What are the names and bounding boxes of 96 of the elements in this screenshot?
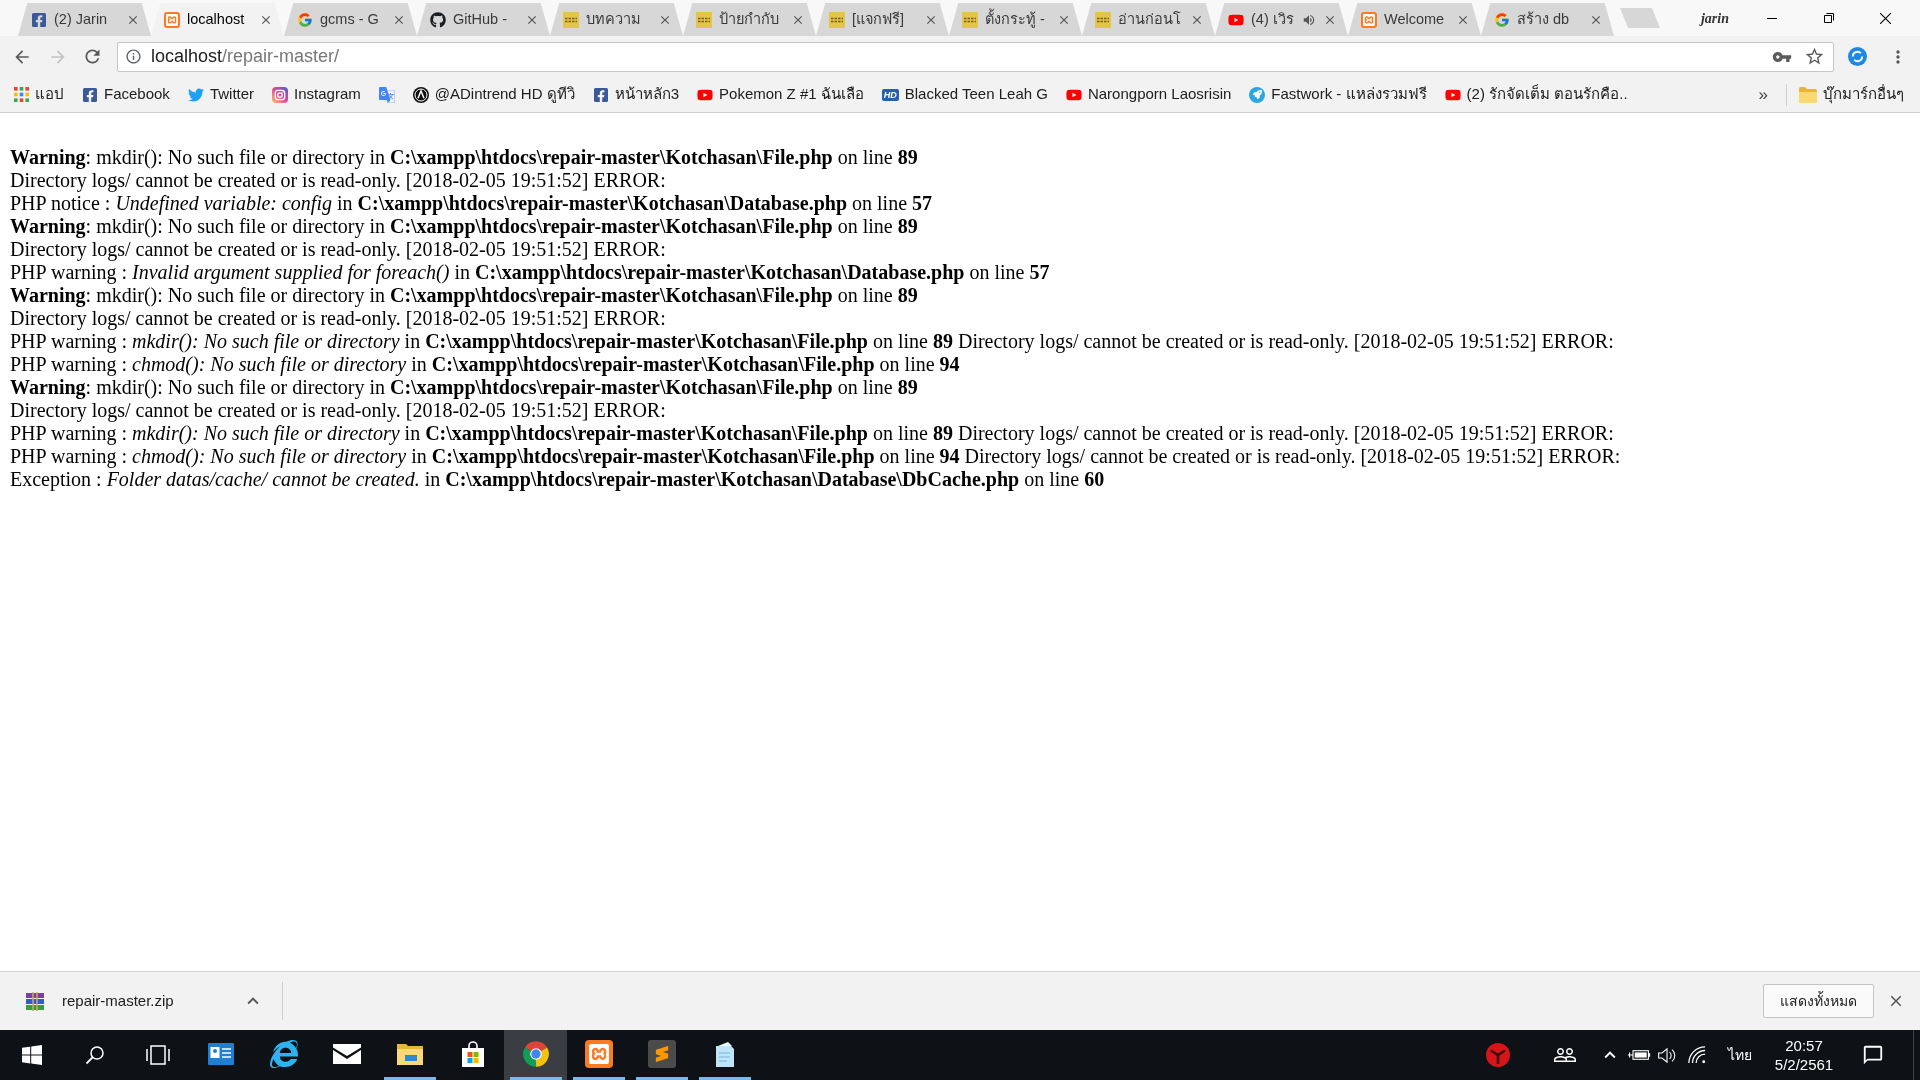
four-panes-icon — [21, 1045, 42, 1065]
error-message: Warning: mkdir(): No such file or directory in C:\xampp\htdocs\repair-master\Kotchasan\File.php on line 89 — [10, 215, 918, 238]
shopping-bag-icon — [460, 1040, 485, 1067]
error-message: Directory logs/ cannot be created or is read-only. [2018-02-05 19:51:52] ERROR: — [10, 399, 666, 422]
running-indicator — [572, 1077, 625, 1080]
browser-tab[interactable]: localhost — [151, 3, 284, 36]
running-indicator — [509, 1077, 562, 1080]
bookmark-link[interactable]: @ADintrend HD ดูทีวิ — [403, 80, 584, 109]
address-field[interactable]: localhost/repair-master/ — [117, 41, 1834, 72]
translate-icon — [378, 86, 395, 103]
browser-tab[interactable]: [แจกฟรี] — [816, 3, 949, 36]
close-icon — [1880, 12, 1891, 24]
error-message: Directory logs/ cannot be created or is read-only. [2018-02-05 19:51:52] ERROR: — [10, 238, 666, 261]
info-icon[interactable] — [125, 48, 142, 65]
tricolor-circle-icon — [521, 1039, 550, 1068]
error-message: Directory logs/ cannot be created or is read-only. [2018-02-05 19:51:52] ERROR: — [10, 169, 666, 192]
browser-tab[interactable]: บทความ — [550, 3, 683, 36]
square-logo-icon — [829, 11, 845, 28]
square-logo-icon — [1095, 11, 1111, 28]
running-indicator — [698, 1077, 751, 1080]
stacked-books-icon — [25, 991, 45, 1011]
error-message: Exception : Folder datas/cache/ cannot be created. in C:\xampp\htdocs\repair-master\Kotchasan\Database\DbCache.php on line 60 — [10, 468, 1105, 491]
square-logo-icon — [563, 11, 579, 28]
browser-tab[interactable]: (2) Jarin — [18, 3, 151, 36]
error-message: Directory logs/ cannot be created or is read-only. [2018-02-05 19:51:52] ERROR: — [10, 307, 666, 330]
bookmark-link[interactable]: Pokemon Z #1 ฉันเลือ — [688, 80, 873, 109]
bird-icon — [187, 86, 204, 103]
bookmark-link[interactable]: (2) รักจัดเต็ม ตอนรักคือ.. — [1435, 80, 1637, 109]
search-icon — [84, 1045, 105, 1065]
bookmark-link[interactable]: Instagram — [263, 80, 370, 109]
f-logo-icon — [31, 11, 47, 28]
download-item[interactable]: repair-master.zip — [25, 989, 174, 1013]
battery-icon[interactable] — [1627, 1048, 1651, 1062]
clock-button[interactable]: 20:57 5/2/2561 — [1758, 1036, 1850, 1074]
bookmark-link[interactable]: Twitter — [178, 80, 264, 109]
contact-card-icon — [207, 1042, 234, 1065]
bookmark-link[interactable]: Narongporn Laosrisin — [1056, 80, 1241, 109]
circle-logo-icon — [412, 86, 429, 103]
browser-tab[interactable]: ตั้งกระทู้ - — [949, 3, 1082, 36]
rocket-icon — [1249, 86, 1266, 103]
browser-tab[interactable]: Welcome — [1348, 3, 1481, 36]
minimize-icon — [1766, 17, 1777, 19]
error-message: PHP warning : mkdir(): No such file or directory in C:\xampp\htdocs\repair-master\Kotchasan\File.php on line 89 Directory logs/ cannot be created or is read-only. [2018-02-05 19:51:52] ERROR: — [10, 330, 1614, 353]
running-indicator — [635, 1077, 688, 1080]
bookmark-link[interactable]: Fastwork - แหล่งรวมฟรี — [1240, 80, 1436, 109]
error-message: Warning: mkdir(): No such file or directory in C:\xampp\htdocs\repair-master\Kotchasan\File.php on line 89 — [10, 146, 918, 169]
show-all-button[interactable]: แสดงทั้งหมด — [1763, 984, 1874, 1018]
error-message: Warning: mkdir(): No such file or directory in C:\xampp\htdocs\repair-master\Kotchasan\File.php on line 89 — [10, 376, 918, 399]
letter-e-icon — [269, 1039, 298, 1068]
x-logo-icon — [164, 11, 180, 28]
language-button[interactable]: ไทย — [1722, 1044, 1758, 1066]
error-message: PHP warning : Invalid argument supplied for foreach() in C:\xampp\htdocs\repair-master\Kotchasan\Database.php on line 57 — [10, 261, 1050, 284]
bookmark-link[interactable]: หน้าหลัก3 — [583, 80, 689, 109]
hd-logo: HD — [881, 88, 899, 101]
apps-grid-icon — [14, 87, 29, 102]
error-message: PHP warning : chmod(): No such file or directory in C:\xampp\htdocs\repair-master\Kotchasan\File.php on line 94 Directory logs/ cannot be created or is read-only. [2018-02-05 19:51:52] ERROR: — [10, 445, 1621, 468]
cat-logo-icon — [430, 11, 446, 28]
folder-icon — [1799, 86, 1817, 103]
running-indicator — [383, 1077, 436, 1080]
taskbar-button[interactable] — [504, 1030, 567, 1080]
browser-tab[interactable]: GitHub - — [417, 3, 550, 36]
x-logo-icon — [1361, 11, 1377, 28]
s-logo-icon — [647, 1039, 676, 1068]
envelope-icon — [332, 1043, 361, 1064]
circular-arrows-icon[interactable] — [1848, 47, 1867, 66]
star-icon[interactable] — [1804, 46, 1825, 67]
browser-tab[interactable]: (4) เวิร — [1215, 3, 1348, 36]
speech-bubble-icon[interactable] — [1862, 1044, 1884, 1066]
wifi-icon[interactable] — [1688, 1046, 1706, 1064]
browser-tab[interactable]: gcms - G — [284, 3, 417, 36]
more-bookmarks-button[interactable]: » — [1750, 81, 1776, 108]
camera-icon — [272, 86, 289, 103]
restore-icon — [1823, 13, 1834, 23]
error-message: PHP warning : chmod(): No such file or directory in C:\xampp\htdocs\repair-master\Kotchasan\File.php on line 94 — [10, 353, 960, 376]
task-view-icon — [145, 1045, 170, 1065]
browser-tab[interactable]: ป้ายกำกับ — [683, 3, 816, 36]
bookmark-link[interactable]: แอป — [5, 80, 73, 109]
folder-icon — [396, 1042, 423, 1065]
bookmark-link[interactable]: Facebook — [73, 80, 179, 109]
bookmark-folder[interactable]: บุ๊กมาร์กอื่นๆ — [1793, 80, 1910, 109]
error-message: PHP warning : mkdir(): No such file or directory in C:\xampp\htdocs\repair-master\Kotchasan\File.php on line 89 Directory logs/ cannot be created or is read-only. [2018-02-05 19:51:52] ERROR: — [10, 422, 1614, 445]
f-logo-icon — [592, 86, 609, 103]
f-logo-icon — [82, 86, 98, 103]
g-logo-icon — [1494, 11, 1510, 28]
browser-tab[interactable]: สร้าง db — [1481, 3, 1614, 36]
error-message: PHP notice : Undefined variable: config in C:\xampp\htdocs\repair-master\Kotchasan\Database.php on line 57 — [10, 192, 933, 215]
profile-name[interactable]: jarin — [1701, 7, 1729, 29]
bookmark-link[interactable]: HD Blacked Teen Leah G — [872, 80, 1057, 109]
g-logo-icon — [297, 11, 313, 28]
square-logo-icon — [962, 11, 978, 28]
x-logo-icon — [584, 1039, 613, 1068]
error-message: Warning: mkdir(): No such file or directory in C:\xampp\htdocs\repair-master\Kotchasan\File.php on line 89 — [10, 284, 918, 307]
browser-tab[interactable]: อ่านก่อนโ — [1082, 3, 1215, 36]
y-logo-icon[interactable] — [1486, 1043, 1510, 1067]
square-logo-icon — [696, 11, 712, 28]
speaker-icon[interactable] — [1657, 1046, 1677, 1064]
